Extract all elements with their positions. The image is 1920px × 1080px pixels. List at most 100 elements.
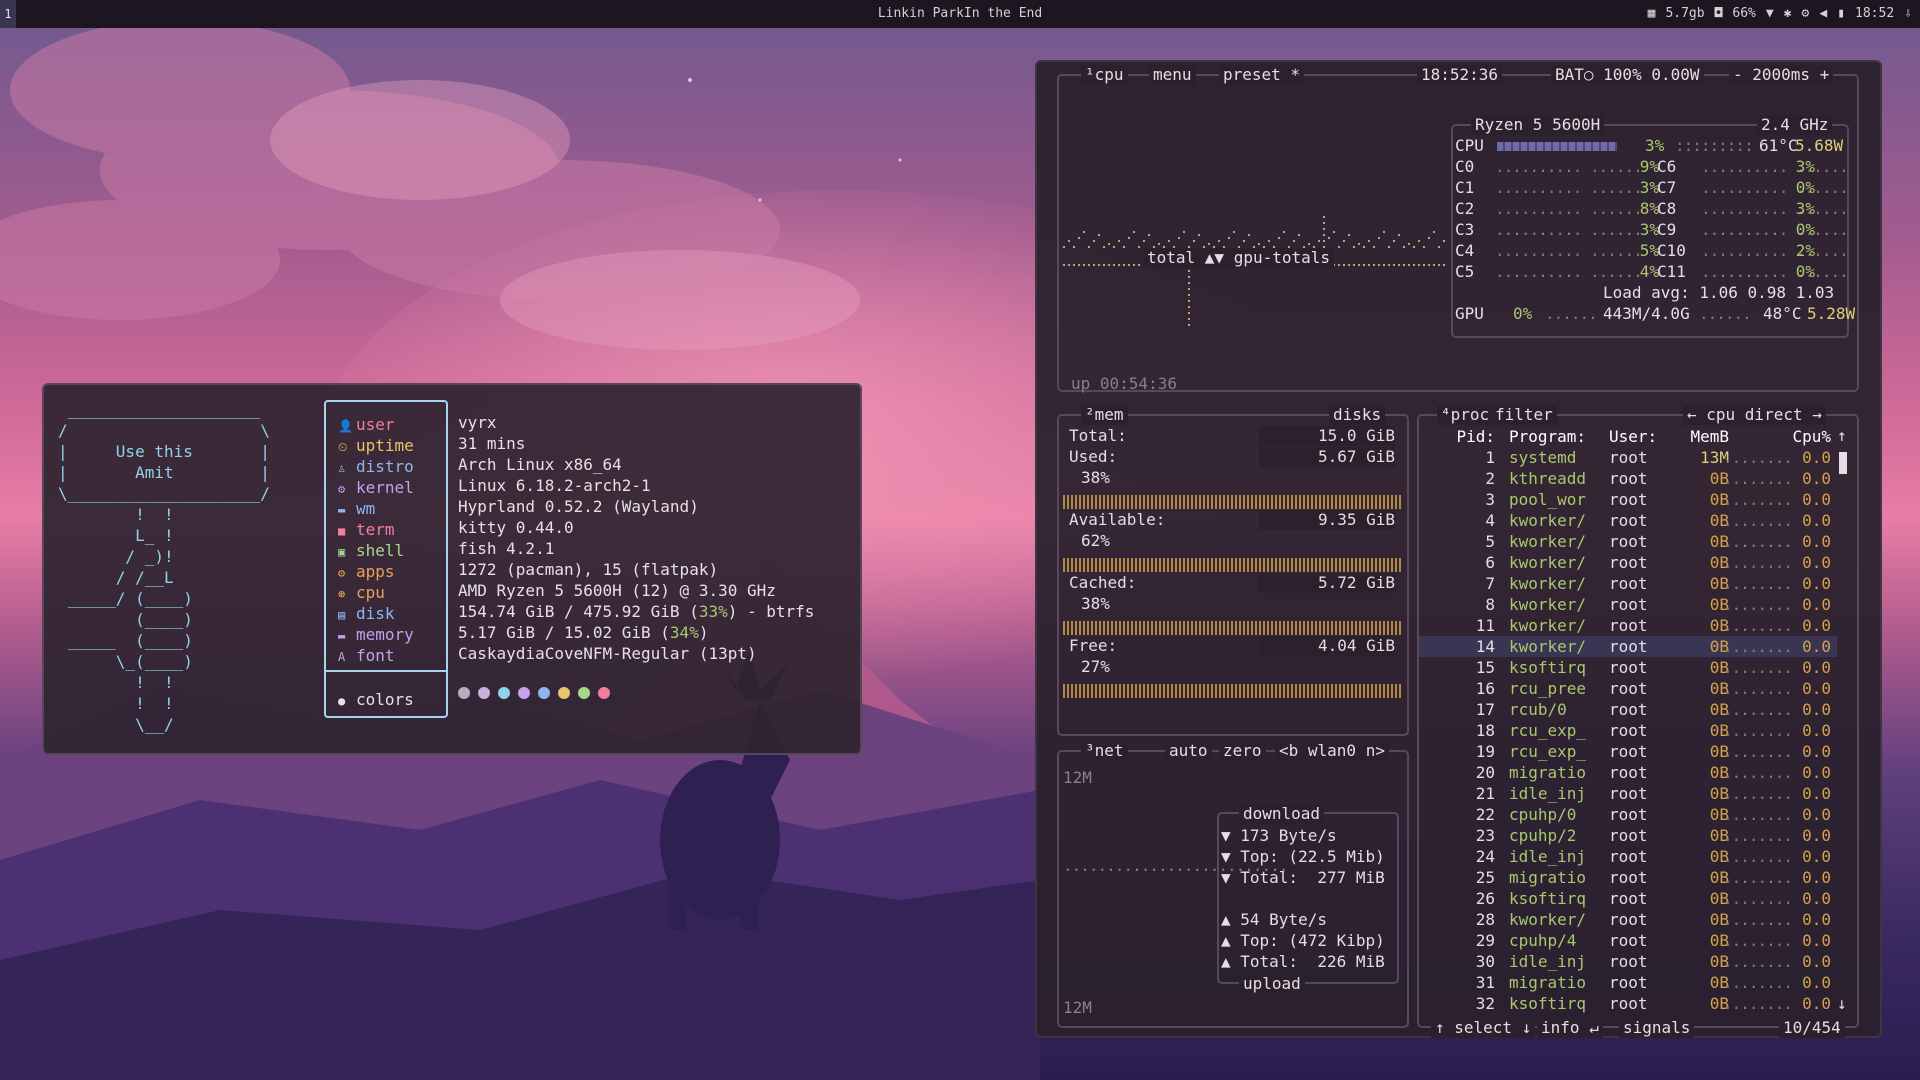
upload-label: upload <box>1239 974 1305 994</box>
process-row[interactable]: 11 kworker/root 0B 0.0........ <box>1419 615 1837 636</box>
clock[interactable]: 18:52 <box>1855 0 1894 28</box>
proc-count: 10/454 <box>1779 1018 1845 1038</box>
battery-brightness-level[interactable]: 66% <box>1732 0 1755 28</box>
process-row[interactable]: 6 kworker/root 0B 0.0........ <box>1419 552 1837 573</box>
info-key-kernel: ⚙ kernel <box>326 477 414 498</box>
process-cell: kworker/ <box>1509 553 1587 572</box>
process-cell: 0B <box>1709 868 1729 887</box>
proc-header-cell[interactable]: Program: <box>1509 426 1609 447</box>
proc-header-cell[interactable]: Cpu% <box>1779 426 1831 447</box>
process-cell: 30 <box>1475 952 1495 971</box>
process-cell: root <box>1609 994 1648 1013</box>
info-key-wm: ▬ wm <box>326 498 414 519</box>
core-percent: 3% <box>1795 157 1815 176</box>
process-cell: 4 <box>1485 511 1495 530</box>
process-row[interactable]: 22 cpuhp/0 root 0B 0.0........ <box>1419 804 1837 825</box>
fastfetch-terminal[interactable]: ____________________ / \ | Use this | | … <box>42 383 862 755</box>
proc-header-cell[interactable]: Pid: <box>1419 426 1495 447</box>
ascii-art: ____________________ / \ | Use this | | … <box>58 400 270 734</box>
core-label: C9 <box>1657 220 1677 239</box>
info-value-disk: 154.74 GiB / 475.92 GiB (33%) - btrfs <box>458 601 814 622</box>
process-row[interactable]: 5 kworker/root 0B 0.0........ <box>1419 531 1837 552</box>
proc-sort-selector[interactable]: ← cpu direct → <box>1683 405 1826 425</box>
disk-percent: 33% <box>698 602 728 621</box>
process-row[interactable]: 21 idle_inj root 0B 0.0........ <box>1419 783 1837 804</box>
net-interface-selector[interactable]: <b wlan0 n> <box>1275 741 1389 761</box>
process-row[interactable]: 8 kworker/root 0B 0.0........ <box>1419 594 1837 615</box>
proc-filter[interactable]: filter <box>1491 405 1557 425</box>
process-row[interactable]: 1 systemd root 13M 0.0........ <box>1419 447 1837 468</box>
process-row[interactable]: 26 ksoftirq root 0B 0.0........ <box>1419 888 1837 909</box>
process-row[interactable]: 4 kworker/root 0B 0.0........ <box>1419 510 1837 531</box>
process-row[interactable]: 31 migratio root 0B 0.0........ <box>1419 972 1837 993</box>
process-row[interactable]: 2 kthreadd root 0B 0.0........ <box>1419 468 1837 489</box>
select-hint[interactable]: ↑ select ↓ <box>1431 1018 1536 1038</box>
info-key-label: memory <box>356 625 414 644</box>
process-row[interactable]: 7 kworker/root 0B 0.0........ <box>1419 573 1837 594</box>
process-cell: rcu_pree <box>1509 679 1587 698</box>
update-interval[interactable]: - 2000ms + <box>1729 65 1834 85</box>
process-cell: root <box>1609 469 1648 488</box>
proc-tab[interactable]: ⁴proc <box>1437 405 1494 425</box>
process-cell: rcub/0 <box>1509 700 1567 719</box>
battery-icon[interactable]: ▮ <box>1837 0 1845 28</box>
process-row[interactable]: 17 rcub/0 root 0B 0.0........ <box>1419 699 1837 720</box>
process-row[interactable]: 28 kworker/root 0B 0.0........ <box>1419 909 1837 930</box>
process-cell: 16 <box>1475 679 1495 698</box>
proc-header-cell[interactable]: User: <box>1609 426 1669 447</box>
memory-usage[interactable]: 5.7gb <box>1665 0 1704 28</box>
graph-label[interactable]: total ▲▼ gpu-totals <box>1143 248 1335 268</box>
process-cell: 0B <box>1709 847 1729 866</box>
process-row[interactable]: 24 idle_inj root 0B 0.0........ <box>1419 846 1837 867</box>
info-hint[interactable]: info ↵ <box>1537 1018 1603 1038</box>
process-row[interactable]: 23 cpuhp/2 root 0B 0.0........ <box>1419 825 1837 846</box>
cpu-box: ¹cpu menu preset * 18:52:36 BAT○ 100% 0.… <box>1057 65 1859 393</box>
colors-key: ● colors <box>338 689 414 710</box>
process-row[interactable]: 29 cpuhp/4 root 0B 0.0........ <box>1419 930 1837 951</box>
info-key-term: ■ term <box>326 519 414 540</box>
color-palette <box>458 687 610 699</box>
menu-tab[interactable]: menu <box>1149 65 1196 85</box>
core-percent: 4% <box>1639 262 1659 281</box>
scrollbar-thumb[interactable] <box>1839 452 1847 474</box>
volume-icon[interactable]: ◀ <box>1819 0 1827 28</box>
process-cell: 23 <box>1475 826 1495 845</box>
process-cell: 0B <box>1709 742 1729 761</box>
process-row[interactable]: 14 kworker/root 0B 0.0........ <box>1419 636 1837 657</box>
process-row[interactable]: 16 rcu_pree root 0B 0.0........ <box>1419 678 1837 699</box>
process-cell: rcu_exp_ <box>1509 721 1587 740</box>
core-label: C1 <box>1455 178 1475 197</box>
net-tab[interactable]: ³net <box>1081 741 1128 761</box>
mem-free-percent: 27% <box>1081 657 1110 676</box>
proc-header-cell[interactable]: MemB <box>1673 426 1729 447</box>
process-row[interactable]: 30 idle_inj root 0B 0.0........ <box>1419 951 1837 972</box>
process-row[interactable]: 18 rcu_exp_ root 0B 0.0........ <box>1419 720 1837 741</box>
process-row[interactable]: 32 ksoftirq root 0B 0.0........ <box>1419 993 1837 1014</box>
info-key-label: disk <box>356 604 395 623</box>
notifications-icon[interactable]: ⇩ <box>1904 0 1912 28</box>
process-cell: 7 <box>1485 574 1495 593</box>
process-row[interactable]: 25 migratio root 0B 0.0........ <box>1419 867 1837 888</box>
process-cell: 0B <box>1709 931 1729 950</box>
scroll-up-icon[interactable]: ↑ <box>1837 426 1847 446</box>
core-percent: 3% <box>1639 178 1659 197</box>
settings-icon[interactable]: ⚙ <box>1802 0 1810 28</box>
palette-dot <box>558 687 570 699</box>
process-row[interactable]: 20 migratio root 0B 0.0........ <box>1419 762 1837 783</box>
mem-tab[interactable]: ²mem <box>1081 405 1128 425</box>
signals-hint[interactable]: signals <box>1619 1018 1695 1038</box>
wifi-icon[interactable]: ▼ <box>1766 0 1774 28</box>
disks-tab[interactable]: disks <box>1329 405 1386 425</box>
net-zero-toggle[interactable]: zero <box>1219 741 1266 761</box>
process-row[interactable]: 15 ksoftirq root 0B 0.0........ <box>1419 657 1837 678</box>
download-label: download <box>1239 804 1325 824</box>
preset-tab[interactable]: preset * <box>1219 65 1305 85</box>
btop-terminal[interactable]: ¹cpu menu preset * 18:52:36 BAT○ 100% 0.… <box>1035 60 1882 1038</box>
process-row[interactable]: 3 pool_wor root 0B 0.0........ <box>1419 489 1837 510</box>
process-row[interactable]: 19 rcu_exp_ root 0B 0.0........ <box>1419 741 1837 762</box>
uptime-icon: ⏲ <box>338 440 348 454</box>
net-auto-toggle[interactable]: auto <box>1165 741 1212 761</box>
cpu-tab[interactable]: ¹cpu <box>1081 65 1128 85</box>
scroll-down-icon[interactable]: ↓ <box>1837 994 1847 1014</box>
bluetooth-icon[interactable]: ✱ <box>1784 0 1792 28</box>
